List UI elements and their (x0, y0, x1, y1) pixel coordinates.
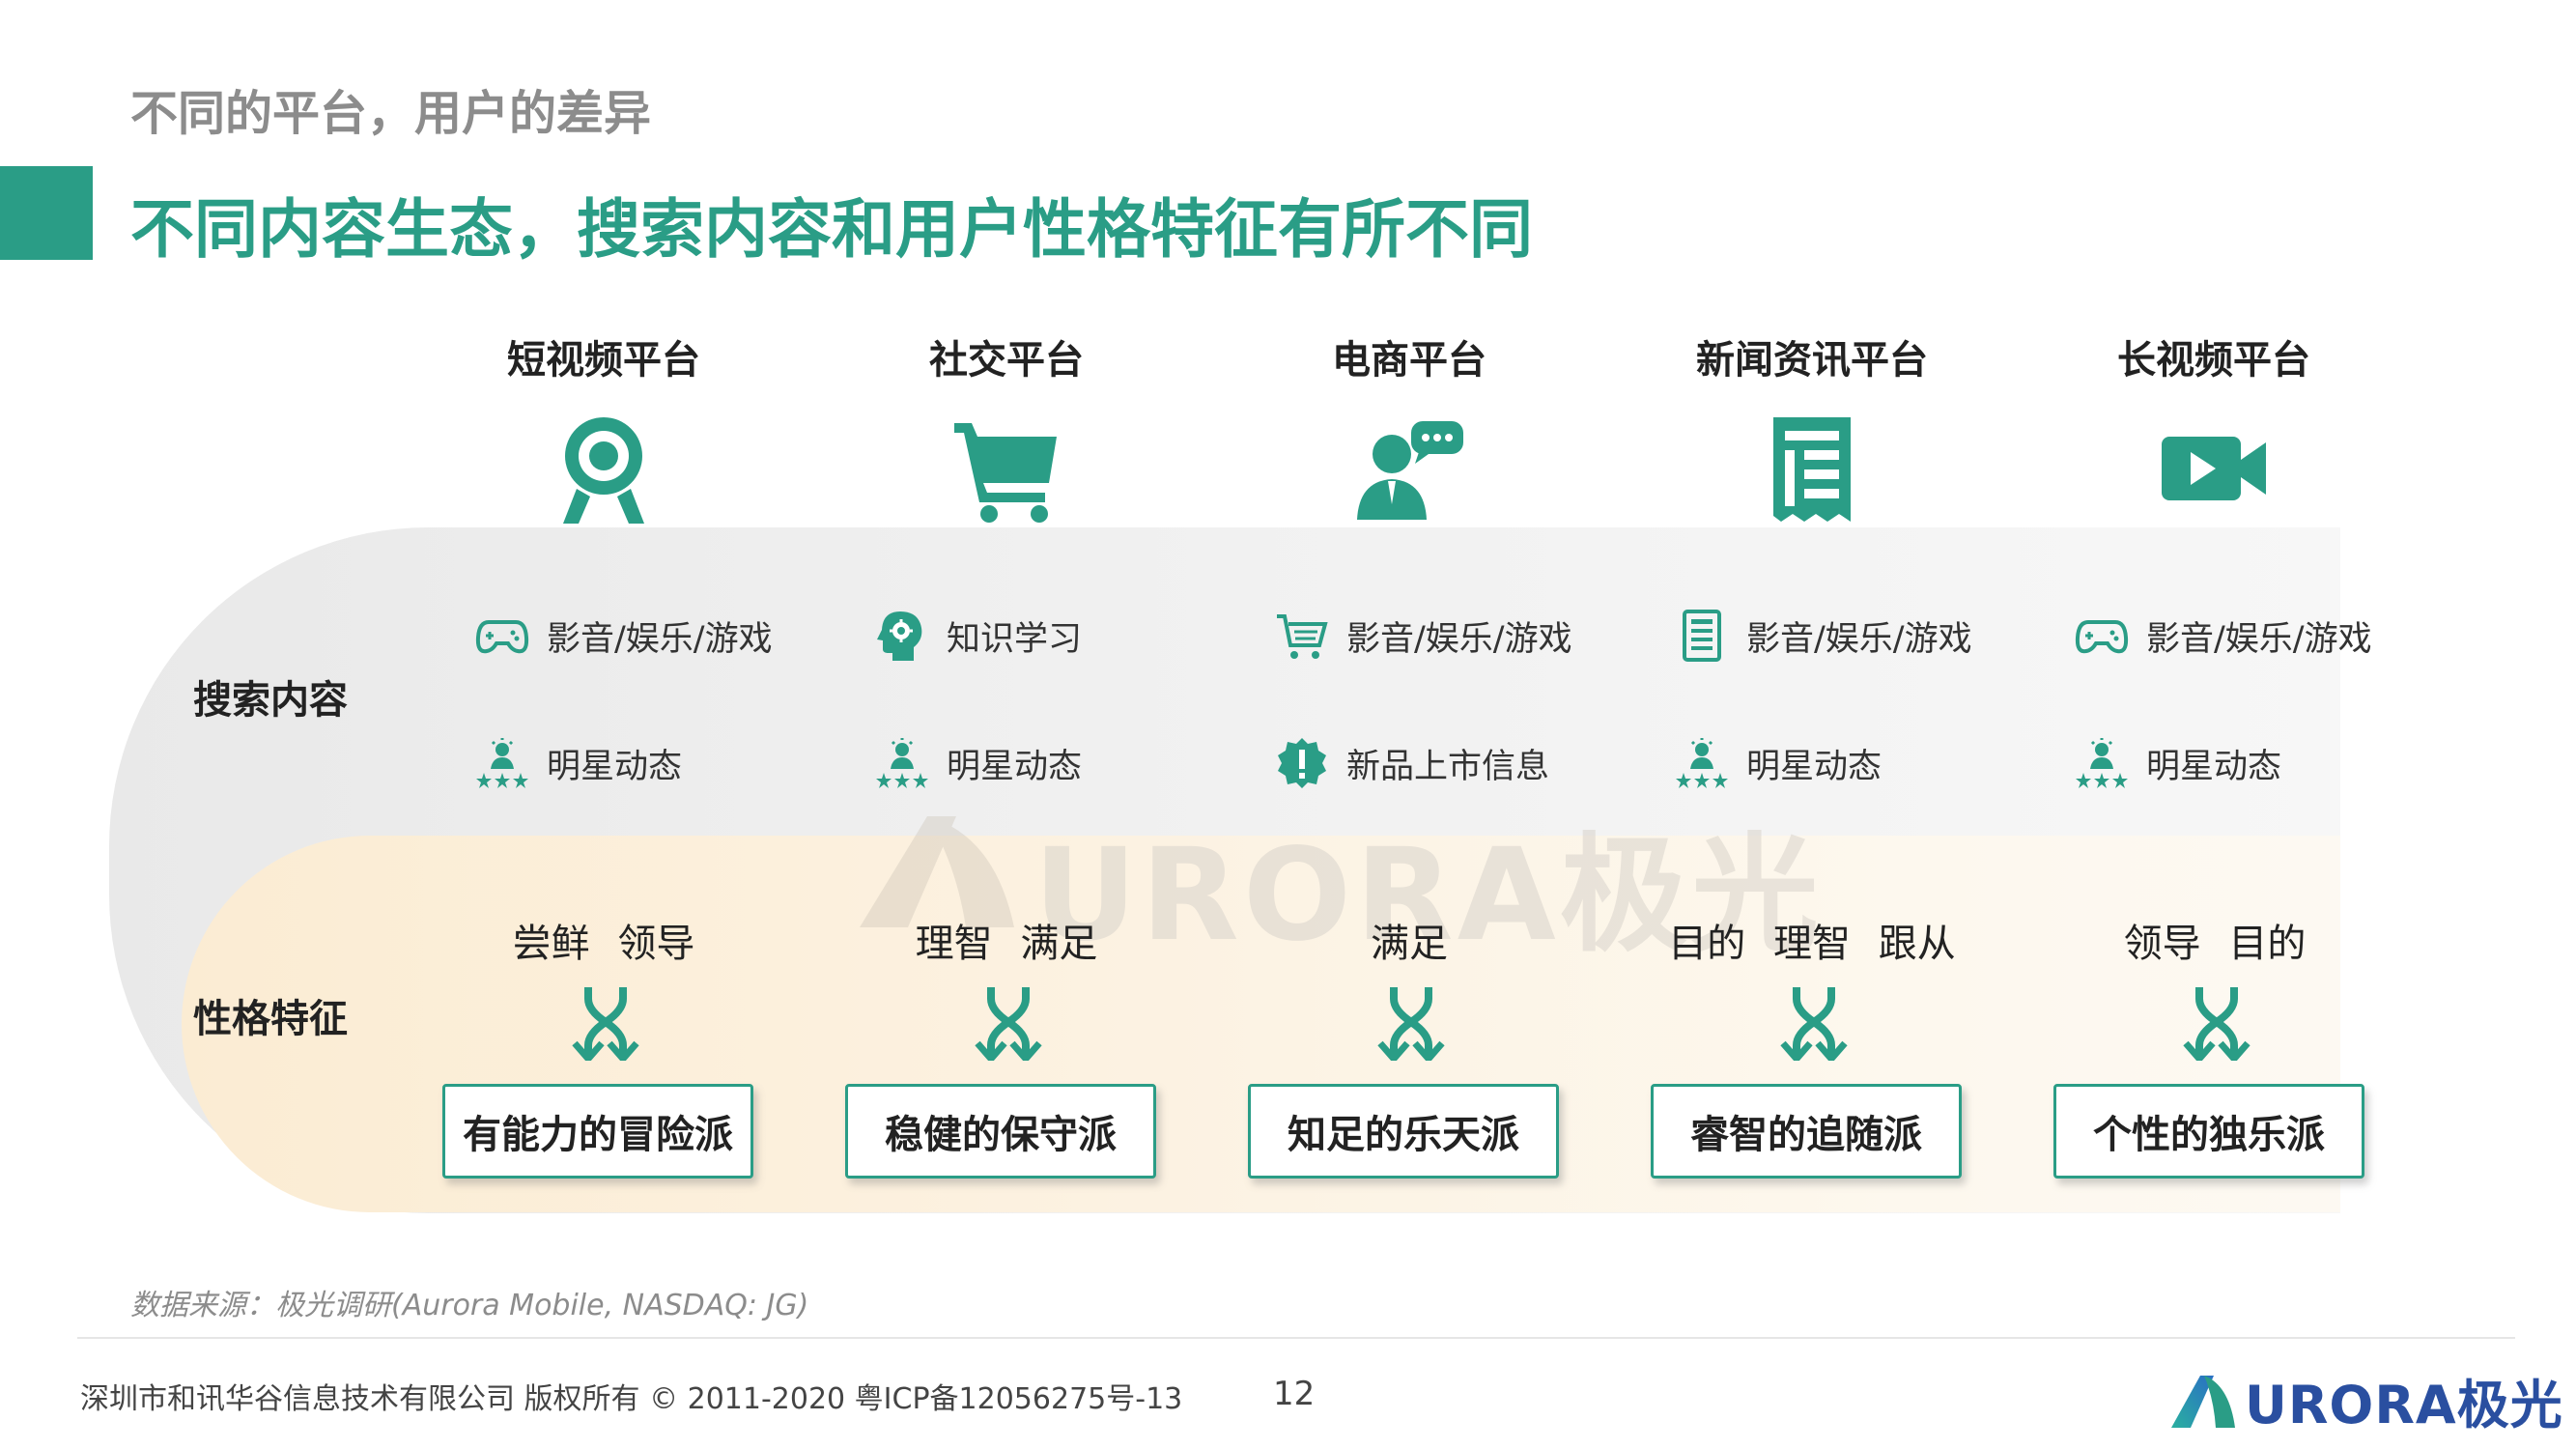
persona-traits: 目的 理智 跟从 (1668, 922, 1956, 966)
row-label-persona: 性格特征 (193, 997, 348, 1041)
persona-type-label: 个性的独乐派 (2093, 1113, 2325, 1157)
dna-arrows-icon (1780, 987, 1848, 1061)
search-item: 影音/娱乐/游戏 (1675, 609, 1972, 663)
star-person-icon (476, 738, 528, 788)
search-item-text: 影音/娱乐/游戏 (2146, 619, 2372, 659)
dna-arrows-icon (1377, 987, 1445, 1061)
platform-name: 短视频平台 (507, 338, 700, 383)
persona-type-label: 知足的乐天派 (1288, 1113, 1519, 1157)
search-item: 明星动态 (875, 736, 1082, 790)
persona-type-box: 知足的乐天派 (1248, 1084, 1559, 1179)
persona-traits: 满足 (1371, 922, 1448, 966)
search-item-text: 知识学习 (947, 619, 1083, 659)
newspaper-icon (1754, 412, 1870, 527)
platform-column-1: 社交平台 (852, 328, 1161, 527)
search-item-text: 明星动态 (2146, 747, 2282, 786)
platform-name: 新闻资讯平台 (1696, 338, 1928, 383)
star-person-icon (876, 738, 928, 788)
page-number: 12 (1273, 1375, 1316, 1413)
head-gear-icon (877, 611, 922, 661)
search-item: 影音/娱乐/游戏 (1275, 609, 1572, 663)
platform-column-4: 长视频平台 (2059, 328, 2368, 527)
persona-type-label: 有能力的冒险派 (463, 1113, 733, 1157)
star-person-icon (1676, 738, 1728, 788)
search-item: 明星动态 (475, 736, 682, 790)
persona-type-box: 个性的独乐派 (2053, 1084, 2364, 1179)
row-label-search: 搜索内容 (193, 678, 348, 723)
search-item: 明星动态 (2075, 736, 2281, 790)
persona-type-box: 有能力的冒险派 (442, 1084, 753, 1179)
search-item-text: 影音/娱乐/游戏 (547, 619, 773, 659)
search-item-text: 影音/娱乐/游戏 (1346, 619, 1572, 659)
platform-name: 社交平台 (929, 338, 1084, 383)
search-item-text: 新品上市信息 (1346, 747, 1550, 786)
gamepad-icon (2075, 620, 2129, 654)
platform-name: 长视频平台 (2117, 338, 2310, 383)
persona-type-box: 稳健的保守派 (845, 1084, 1156, 1179)
copyright-text: 深圳市和讯华谷信息技术有限公司 版权所有 © 2011-2020 粤ICP备12… (80, 1382, 1183, 1416)
video-camera-icon (2156, 412, 2272, 527)
platform-column-0: 短视频平台 (449, 328, 758, 527)
platform-column-3: 新闻资讯平台 (1657, 328, 1967, 527)
cart-icon (1277, 614, 1328, 659)
section-subtitle: 不同的平台，用户的差异 (130, 86, 652, 141)
gamepad-icon (475, 620, 529, 654)
search-item: 明星动态 (1675, 736, 1882, 790)
page-title: 不同内容生态，搜索内容和用户性格特征有所不同 (130, 192, 1533, 267)
search-item: 新品上市信息 (1275, 736, 1549, 790)
data-source-note: 数据来源：极光调研(Aurora Mobile, NASDAQ: JG) (130, 1289, 809, 1322)
platform-name: 电商平台 (1332, 338, 1486, 383)
search-item-text: 明星动态 (947, 747, 1083, 786)
search-item-text: 影音/娱乐/游戏 (1746, 619, 1972, 659)
persona-traits: 领导 目的 (2123, 922, 2307, 966)
star-person-icon (2076, 738, 2128, 788)
search-item-text: 明星动态 (1746, 747, 1882, 786)
customer-service-icon (1351, 412, 1467, 527)
alert-badge-icon (1278, 738, 1326, 788)
accent-bar (0, 166, 93, 260)
persona-type-label: 睿智的追随派 (1690, 1113, 1922, 1157)
search-item: 影音/娱乐/游戏 (2075, 609, 2372, 663)
dna-arrows-icon (975, 987, 1042, 1061)
aurora-logo-icon (2171, 1375, 2235, 1428)
dna-arrows-icon (2183, 987, 2250, 1061)
search-item: 影音/娱乐/游戏 (475, 609, 773, 663)
persona-traits: 尝鲜 领导 (512, 922, 695, 966)
persona-type-label: 稳健的保守派 (885, 1113, 1117, 1157)
document-icon (1683, 610, 1721, 662)
brand-logo: URORA极光 (2169, 1362, 2563, 1438)
platform-column-2: 电商平台 (1255, 328, 1564, 527)
persona-traits: 理智 满足 (915, 922, 1098, 966)
dna-arrows-icon (572, 987, 639, 1061)
brand-name: URORA极光 (2245, 1375, 2563, 1435)
persona-type-box: 睿智的追随派 (1651, 1084, 1962, 1179)
footer-divider (77, 1337, 2515, 1339)
search-item: 知识学习 (875, 609, 1082, 663)
webcam-icon (546, 412, 662, 527)
search-item-text: 明星动态 (547, 747, 683, 786)
shopping-cart-icon (948, 412, 1064, 527)
